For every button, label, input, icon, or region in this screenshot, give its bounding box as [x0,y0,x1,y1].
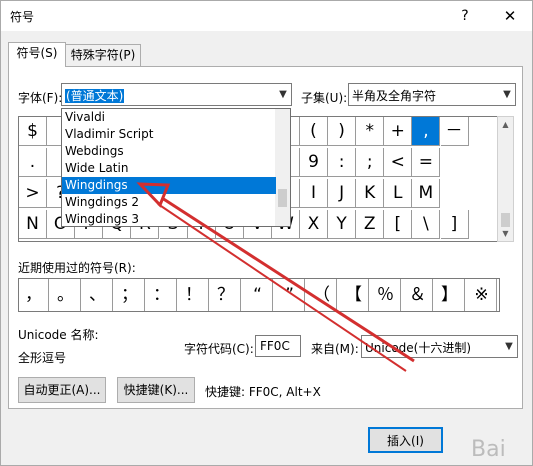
symbol-cell[interactable]: L [384,179,413,208]
unicode-name-label: Unicode 名称: [18,328,99,342]
tab-symbols[interactable]: 符号(S) [8,42,66,67]
insert-button[interactable]: 插入(I) [368,427,443,453]
chevron-down-icon[interactable]: ▼ [498,84,515,105]
symbol-cell[interactable]: J [328,179,357,208]
symbol-cell[interactable]: ; [356,148,385,177]
symbol-cell[interactable]: * [356,117,385,146]
recent-symbol[interactable]: ： [147,279,177,311]
shortcut-key-button[interactable]: 快捷键(K)... [117,377,195,403]
scroll-thumb[interactable] [501,213,510,227]
symbol-cell[interactable]: N [19,210,47,239]
symbol-cell[interactable]: < [384,148,413,177]
symbol-cell[interactable]: Y [328,210,357,239]
recent-symbol[interactable]: ” [275,279,305,311]
recent-symbol[interactable]: 【 [339,279,369,311]
dropdown-scroll-thumb[interactable] [278,189,287,207]
font-option[interactable]: Webdings [62,143,276,160]
symbol-grid-scrollbar[interactable]: ▲ ▼ [497,116,514,242]
symbol-cell[interactable]: X [300,210,328,239]
symbol-dialog: 符号 ? ✕ 符号(S) 特殊字符(P) 字体(F): (普通文本) ▼ 子集(… [0,0,533,466]
symbol-cell[interactable]: \ [412,210,441,239]
recent-symbol[interactable]: 】 [435,279,465,311]
watermark: Bai [471,437,506,462]
symbol-cell[interactable]: . [19,148,47,177]
scroll-down-icon[interactable]: ▼ [498,226,513,241]
recent-symbol[interactable]: ？ [211,279,241,311]
recent-symbols-row[interactable]: ，。、；：！？ “” （【％＆】 ※ [18,278,500,312]
font-option[interactable]: Wide Latin [62,160,276,177]
recent-symbol[interactable]: “ [243,279,273,311]
symbol-cell[interactable]: > [19,179,47,208]
symbol-cell[interactable]: M [412,179,441,208]
font-option[interactable]: Wingdings 2 [62,194,276,211]
recent-symbol[interactable]: ， [19,279,49,311]
autocorrect-button[interactable]: 自动更正(A)... [18,377,106,403]
recent-symbol[interactable]: ％ [371,279,401,311]
symbol-cell[interactable]: ) [328,117,357,146]
from-label: 来自(M): [311,342,359,356]
recent-symbol[interactable]: ※ [467,279,497,311]
recent-symbol[interactable]: ＆ [403,279,433,311]
char-code-field[interactable]: FF0C [255,335,301,357]
subset-label: 子集(U): [301,91,348,105]
unicode-name-value: 全形逗号 [18,351,67,365]
from-combobox[interactable]: Unicode(十六进制) ▼ [361,335,518,358]
subset-value: 半角及全角字符 [352,89,437,103]
chevron-down-icon[interactable]: ▼ [500,336,517,357]
recent-symbol[interactable]: 、 [83,279,113,311]
title-bar: 符号 ? ✕ [1,1,532,31]
recent-symbol[interactable]: ！ [179,279,209,311]
font-dropdown-list[interactable]: Vivaldi Vladimir Script Webdings Wide Latin… [61,108,291,227]
scroll-up-icon[interactable]: ▲ [498,117,513,132]
dropdown-scrollbar[interactable] [275,109,290,226]
font-option[interactable]: Vivaldi [62,109,276,126]
shortcut-key-text: 快捷键: FF0C, Alt+X [205,385,321,399]
tab-special-characters[interactable]: 特殊字符(P) [65,44,141,67]
symbol-cell[interactable]: [ [384,210,413,239]
recent-symbols-label: 近期使用过的符号(R): [18,261,136,275]
font-label: 字体(F): [18,91,63,105]
symbol-cell[interactable]: 9 [300,148,328,177]
symbol-cell[interactable]: － [440,117,469,146]
char-code-label: 字符代码(C): [184,342,254,356]
symbol-cell[interactable]: K [356,179,385,208]
font-option[interactable]: Vladimir Script [62,126,276,143]
dialog-title: 符号 [10,10,35,24]
symbol-cell[interactable]: : [328,148,357,177]
recent-symbol[interactable]: （ [307,279,337,311]
symbol-cell[interactable]: Z [356,210,385,239]
symbol-cell[interactable]: ] [440,210,469,239]
font-option[interactable]: Wingdings 3 [62,211,276,228]
close-button[interactable]: ✕ [497,4,523,28]
help-button[interactable]: ? [453,4,477,28]
recent-symbol[interactable]: ； [115,279,145,311]
font-value: (普通文本) [65,89,125,103]
symbol-cell[interactable]: = [412,148,441,177]
from-value: Unicode(十六进制) [365,341,472,355]
symbol-cell[interactable]: , [412,117,441,146]
symbol-cell[interactable]: $ [19,117,47,146]
font-combobox[interactable]: (普通文本) ▼ [61,83,292,106]
symbol-cell[interactable]: + [384,117,413,146]
symbol-cell[interactable]: I [300,179,328,208]
symbol-cell[interactable]: ( [300,117,328,146]
recent-symbol[interactable]: 。 [51,279,81,311]
font-option[interactable]: Wingdings [62,177,276,194]
subset-combobox[interactable]: 半角及全角字符 ▼ [348,83,516,106]
chevron-down-icon[interactable]: ▼ [274,84,291,105]
